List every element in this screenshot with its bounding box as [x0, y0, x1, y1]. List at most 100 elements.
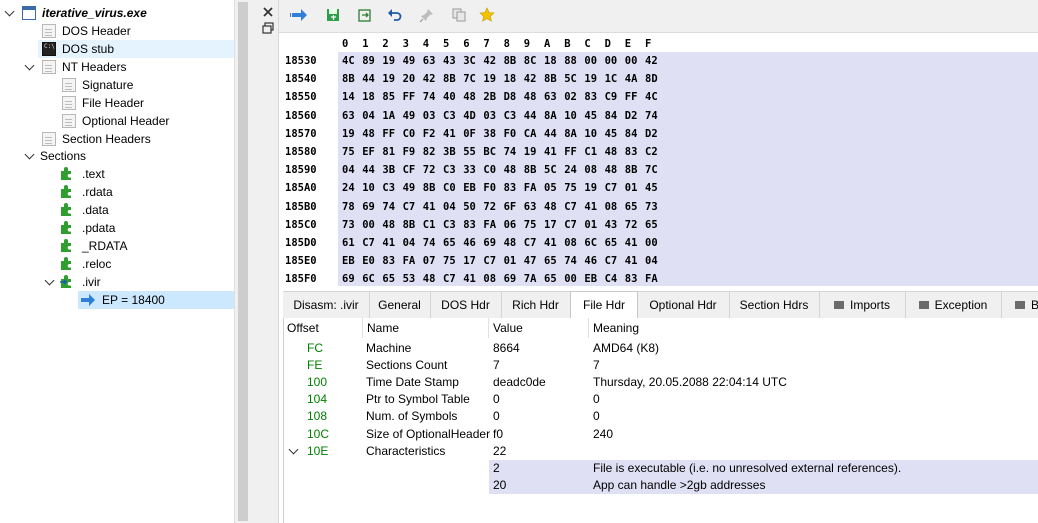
hex-byte[interactable]: C2: [645, 143, 658, 161]
hex-byte[interactable]: C3: [382, 179, 395, 197]
hex-byte[interactable]: 49: [403, 107, 416, 125]
hex-byte[interactable]: FA: [524, 179, 537, 197]
hex-byte[interactable]: C3: [504, 107, 517, 125]
hex-byte[interactable]: 18: [362, 88, 375, 106]
hex-byte[interactable]: 74: [504, 143, 517, 161]
hex-byte[interactable]: 8B: [544, 70, 557, 88]
hex-byte[interactable]: FA: [645, 270, 658, 288]
hex-byte[interactable]: 48: [605, 161, 618, 179]
column-header-offset[interactable]: Offset: [283, 318, 363, 338]
hex-byte[interactable]: 6C: [584, 234, 597, 252]
hex-byte[interactable]: EF: [362, 143, 375, 161]
panel-splitter[interactable]: [250, 0, 258, 523]
hex-byte[interactable]: 8B: [342, 70, 355, 88]
hex-byte[interactable]: 24: [342, 179, 355, 197]
hex-byte[interactable]: 41: [463, 270, 476, 288]
table-row[interactable]: 100 Time Date Stamp deadc0de Thursday, 20.0…: [283, 374, 1038, 391]
tree-item-entry-point[interactable]: EP = 18400: [0, 291, 234, 309]
hex-byte[interactable]: C3: [443, 216, 456, 234]
hex-byte[interactable]: 42: [524, 70, 537, 88]
hex-byte[interactable]: 48: [463, 88, 476, 106]
tree-item-signature[interactable]: Signature: [0, 76, 234, 94]
chevron-down-icon[interactable]: [288, 444, 299, 455]
hex-byte[interactable]: 44: [544, 125, 557, 143]
hex-byte[interactable]: C9: [605, 88, 618, 106]
hex-byte[interactable]: 00: [625, 52, 638, 70]
hex-byte[interactable]: 3B: [382, 161, 395, 179]
hex-byte[interactable]: 3C: [463, 52, 476, 70]
hex-byte[interactable]: 00: [362, 216, 375, 234]
hex-byte[interactable]: 18: [504, 70, 517, 88]
hex-byte[interactable]: 6C: [362, 270, 375, 288]
hex-byte[interactable]: 38: [483, 125, 496, 143]
hex-byte[interactable]: 08: [483, 270, 496, 288]
hex-byte[interactable]: 63: [524, 198, 537, 216]
hex-byte[interactable]: 65: [605, 234, 618, 252]
hex-byte[interactable]: 42: [645, 52, 658, 70]
hex-byte[interactable]: FF: [625, 88, 638, 106]
hex-row[interactable]: 18590 04 44 3B CF 72 C3 33 C0 48 8B 5C 24 08 48 8B 7C: [283, 161, 1038, 179]
hex-byte[interactable]: 83: [463, 216, 476, 234]
hex-byte[interactable]: 49: [403, 52, 416, 70]
hex-byte[interactable]: 65: [625, 198, 638, 216]
hex-byte[interactable]: 83: [584, 88, 597, 106]
hex-byte[interactable]: 83: [625, 270, 638, 288]
hex-row[interactable]: 185C0 73 00 48 8B C1 C3 83 FA 06 75 17 C7 01 43 72 65: [283, 216, 1038, 234]
hex-byte[interactable]: 61: [342, 234, 355, 252]
hex-byte[interactable]: EB: [584, 270, 597, 288]
hex-byte[interactable]: 04: [403, 234, 416, 252]
hex-byte[interactable]: FA: [403, 252, 416, 270]
tree-item-nt-headers[interactable]: NT Headers: [0, 58, 234, 76]
hex-byte[interactable]: 65: [382, 270, 395, 288]
hex-byte[interactable]: 75: [342, 143, 355, 161]
hex-byte[interactable]: 0F: [463, 125, 476, 143]
hex-byte[interactable]: 74: [423, 234, 436, 252]
tree-item-section-text[interactable]: .text: [0, 165, 234, 183]
table-row[interactable]: 104 Ptr to Symbol Table 0 0: [283, 391, 1038, 408]
hex-byte[interactable]: 1A: [382, 107, 395, 125]
hex-byte[interactable]: 42: [423, 70, 436, 88]
hex-byte[interactable]: 19: [584, 70, 597, 88]
tab-exception[interactable]: Exception: [905, 292, 1002, 318]
hex-byte[interactable]: 72: [625, 216, 638, 234]
hex-byte[interactable]: 63: [544, 88, 557, 106]
hex-byte[interactable]: 88: [564, 52, 577, 70]
hex-byte[interactable]: 75: [564, 179, 577, 197]
table-row[interactable]: 10C Size of OptionalHeader f0 240: [283, 426, 1038, 443]
hex-row[interactable]: 18560 63 04 1A 49 03 C3 4D 03 C3 44 8A 10 45 84 D2 74: [283, 107, 1038, 125]
hex-byte[interactable]: 41: [544, 143, 557, 161]
hex-byte[interactable]: C7: [403, 198, 416, 216]
hex-byte[interactable]: 65: [544, 270, 557, 288]
hex-byte[interactable]: F0: [504, 125, 517, 143]
hex-byte[interactable]: 33: [463, 161, 476, 179]
hex-byte[interactable]: 05: [544, 179, 557, 197]
tree-item-dos-header[interactable]: DOS Header: [0, 22, 234, 40]
hex-byte[interactable]: 18: [544, 52, 557, 70]
tree-item-file-header[interactable]: File Header: [0, 94, 234, 112]
hex-byte[interactable]: 10: [584, 125, 597, 143]
hex-byte[interactable]: D8: [504, 88, 517, 106]
tab-overflow[interactable]: B: [1001, 292, 1038, 318]
hex-byte[interactable]: 17: [544, 216, 557, 234]
hex-byte[interactable]: 8B: [504, 52, 517, 70]
hex-byte[interactable]: 72: [483, 198, 496, 216]
hex-byte[interactable]: C1: [423, 216, 436, 234]
hex-byte[interactable]: 01: [625, 179, 638, 197]
hex-byte[interactable]: 48: [362, 125, 375, 143]
hex-byte[interactable]: 04: [362, 107, 375, 125]
hex-byte[interactable]: C7: [564, 198, 577, 216]
hex-byte[interactable]: 83: [382, 252, 395, 270]
hex-byte[interactable]: 10: [362, 179, 375, 197]
hex-byte[interactable]: 47: [524, 252, 537, 270]
tree-item-section-headers[interactable]: Section Headers: [0, 130, 234, 148]
hex-row[interactable]: 185E0 EB E0 83 FA 07 75 17 C7 01 47 65 74 46 C7 41 04: [283, 252, 1038, 270]
tab-general[interactable]: General: [369, 292, 431, 318]
hex-byte[interactable]: 7C: [463, 70, 476, 88]
hex-byte[interactable]: 8B: [625, 161, 638, 179]
chevron-down-icon[interactable]: [4, 6, 15, 17]
hex-byte[interactable]: 8C: [524, 52, 537, 70]
hex-byte[interactable]: C7: [524, 234, 537, 252]
hex-byte[interactable]: EB: [342, 252, 355, 270]
hex-byte[interactable]: 01: [584, 216, 597, 234]
hex-byte[interactable]: 41: [544, 234, 557, 252]
